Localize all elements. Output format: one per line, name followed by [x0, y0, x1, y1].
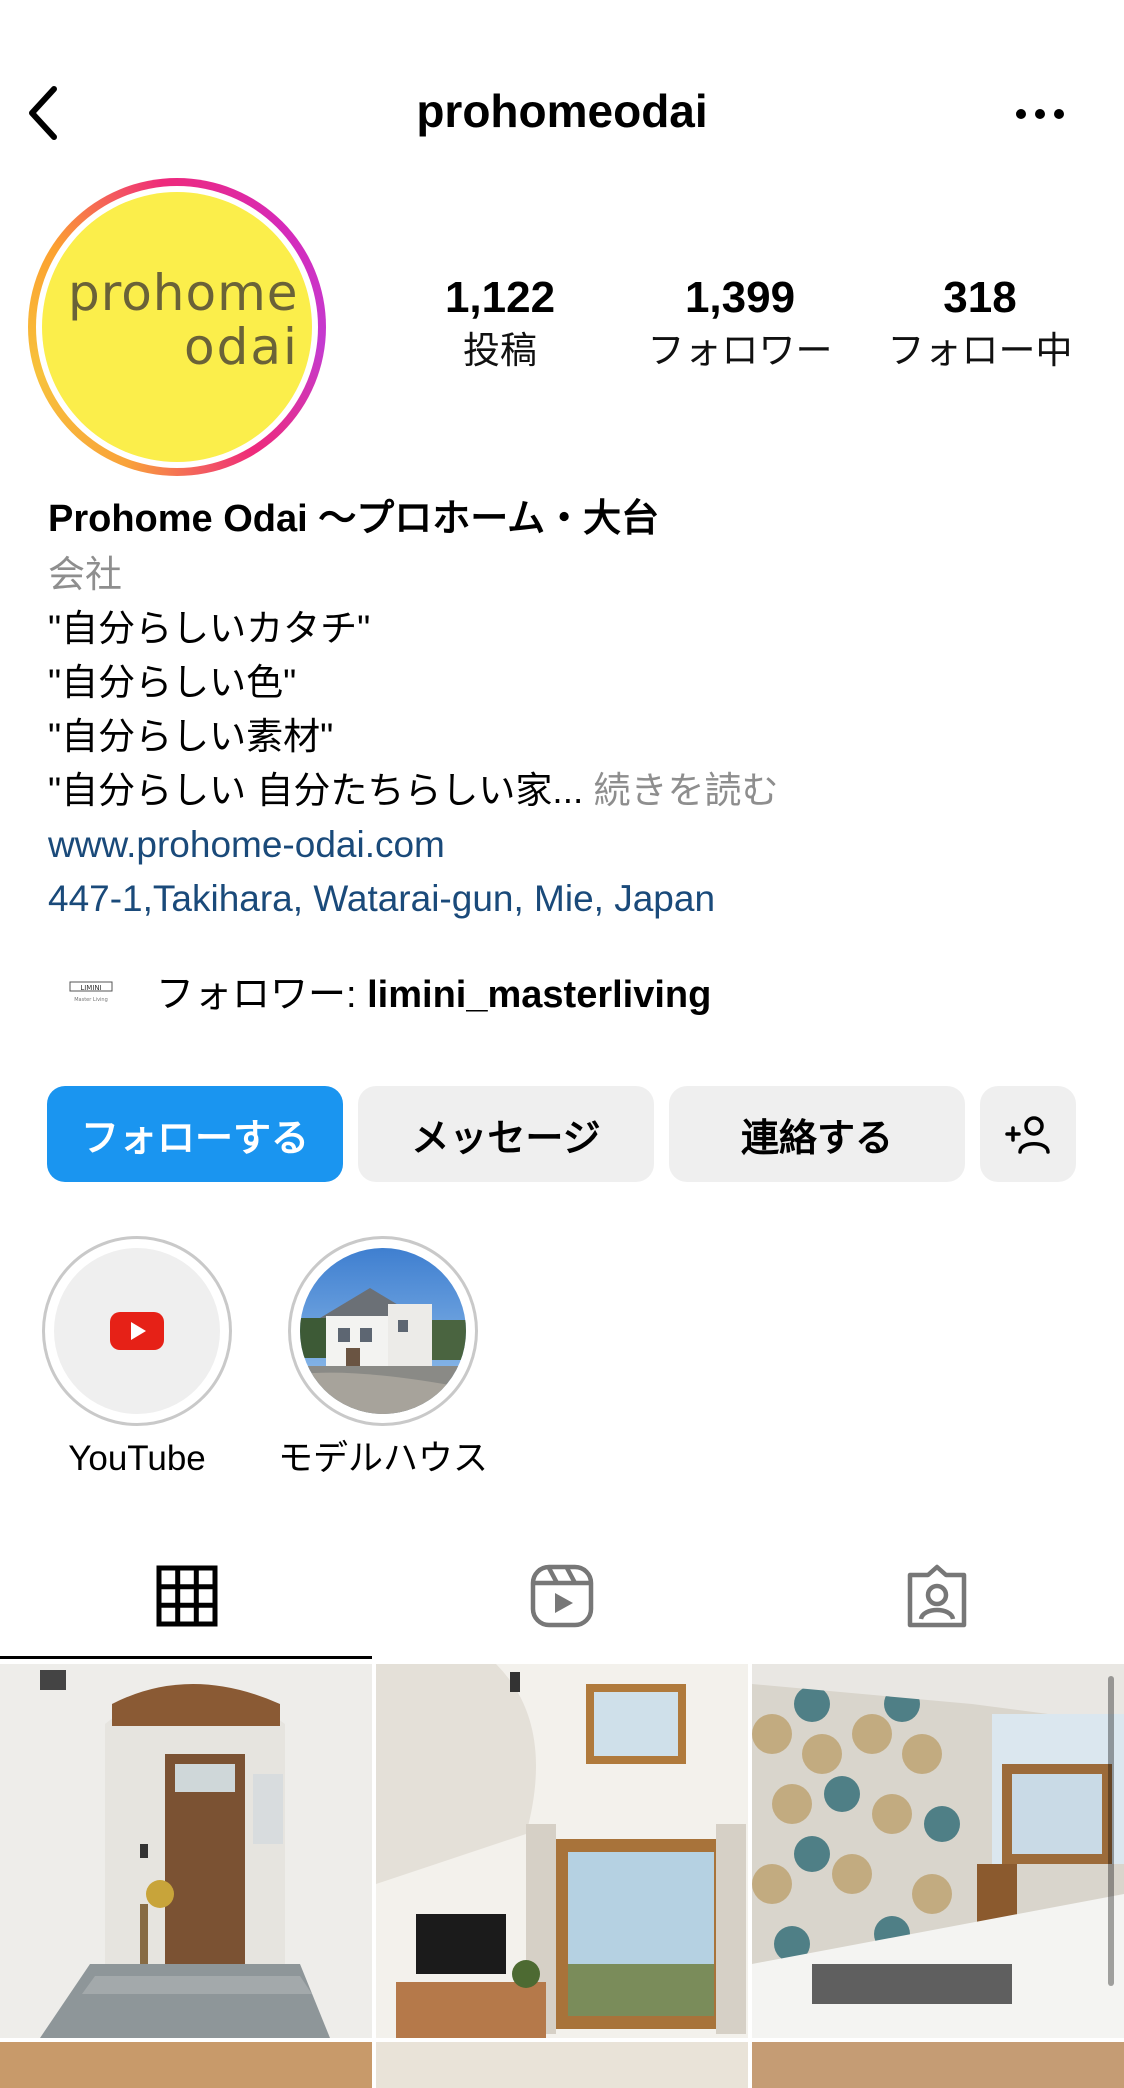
following-count[interactable]: 318 フォロー中 [870, 268, 1090, 374]
highlight-label: YouTube [68, 1439, 206, 1478]
bio-line: "自分らしいカタチ" [48, 608, 371, 649]
message-button[interactable]: メッセージ [358, 1086, 654, 1182]
house-photo[interactable] [300, 1248, 466, 1414]
display-name: Prohome Odai 〜プロホーム・大台 [48, 498, 660, 540]
posts-count-value: 1,122 [444, 273, 556, 322]
followers-count-label: フォロワー [647, 330, 833, 371]
post-thumbnail[interactable] [0, 2042, 372, 2088]
followers-count-value: 1,399 [684, 273, 796, 322]
entrance-door-photo [0, 1664, 372, 2038]
post-thumbnail[interactable] [752, 1664, 1124, 2038]
post-thumbnail[interactable] [0, 1664, 372, 2038]
highlight-label: モデルハウス [277, 1439, 488, 1478]
logo-text-line2: odai [184, 318, 299, 376]
add-person-icon [1005, 1116, 1050, 1154]
limini-logo-icon: LIMINI Master Living [69, 981, 113, 1003]
category-label: 会社 [48, 554, 122, 595]
tab-posts[interactable] [0, 1556, 374, 1636]
kitchen-tiles-photo [752, 1664, 1124, 2038]
active-tab-indicator [0, 1656, 372, 1659]
followed-by-prefix: フォロワー: [156, 974, 368, 1016]
post-thumbnail[interactable] [752, 2042, 1124, 2088]
svg-text:LIMINI: LIMINI [80, 984, 101, 992]
posts-count-label: 投稿 [463, 330, 537, 371]
bio-line: "自分らしい素材" [48, 716, 334, 757]
contact-button[interactable]: 連絡する [669, 1086, 965, 1182]
bio-line: "自分らしい色" [48, 662, 297, 703]
tagged-person-icon [907, 1564, 967, 1628]
follow-button[interactable]: フォローする [47, 1086, 343, 1182]
followed-by-text[interactable]: フォロワー: limini_masterliving [156, 968, 711, 1022]
tab-tagged[interactable] [750, 1556, 1124, 1636]
logo-text-line1: prohome [68, 264, 299, 322]
more-options-button[interactable] [1000, 94, 1080, 134]
followers-count[interactable]: 1,399 フォロワー [630, 268, 850, 374]
grid-icon [156, 1565, 218, 1627]
highlight-youtube-cover[interactable] [54, 1248, 220, 1414]
address-link[interactable]: 447-1,Takihara, Watarai-gun, Mie, Japan [48, 872, 715, 926]
profile-username: prohomeodai [416, 85, 708, 137]
tab-reels[interactable] [375, 1556, 749, 1636]
reels-icon [530, 1564, 594, 1628]
follower-avatar[interactable]: LIMINI Master Living [60, 972, 122, 1016]
post-thumbnail[interactable] [376, 2042, 748, 2088]
living-room-photo [376, 1664, 748, 2038]
posts-count[interactable]: 1,122 投稿 [390, 268, 610, 374]
followed-by-username: limini_masterliving [367, 974, 712, 1016]
scrollbar[interactable] [1108, 1676, 1114, 1986]
bio-line: "自分らしい 自分たちらしい家... [48, 770, 584, 811]
more-horizontal-icon [1016, 109, 1064, 119]
svg-text:Master Living: Master Living [74, 997, 108, 1003]
following-count-value: 318 [943, 273, 1017, 322]
profile-avatar[interactable]: prohome odai [42, 192, 312, 462]
post-thumbnail[interactable] [376, 1664, 748, 2038]
youtube-icon [110, 1312, 164, 1350]
website-link[interactable]: www.prohome-odai.com [48, 818, 445, 872]
following-count-label: フォロー中 [887, 330, 1073, 371]
bio-line-truncated: "自分らしい 自分たちらしい家... 続きを読む [48, 764, 779, 818]
suggested-users-button[interactable] [980, 1086, 1076, 1182]
read-more-link[interactable]: 続きを読む [594, 770, 779, 811]
